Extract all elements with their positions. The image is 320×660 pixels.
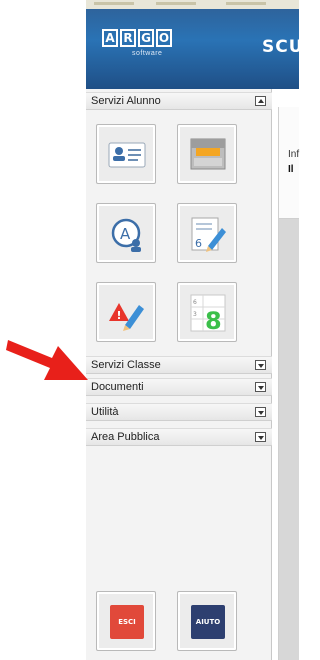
section-servizi-alunno[interactable]: Servizi Alunno xyxy=(86,92,272,110)
expand-icon[interactable] xyxy=(255,407,266,417)
archive-drawer-icon xyxy=(190,138,226,170)
sidebar: Servizi Alunno A 6 ! 6 3 8 Servizi Class… xyxy=(86,89,272,660)
info-text-bold: Il xyxy=(288,164,294,175)
info-panel xyxy=(278,107,299,219)
section-documenti[interactable]: Documenti xyxy=(86,378,272,396)
timetable-calendar-icon: 6 3 8 xyxy=(190,294,226,335)
info-text: Inf xyxy=(288,149,300,160)
section-utilita[interactable]: Utilità xyxy=(86,403,272,421)
section-label: Utilità xyxy=(91,406,119,418)
argo-logo: A R G O xyxy=(102,29,172,47)
help-label: AIUTO xyxy=(191,605,225,639)
svg-text:!: ! xyxy=(117,309,122,322)
tile-grades[interactable]: 6 xyxy=(177,203,237,263)
tile-absences[interactable]: A xyxy=(96,203,156,263)
absence-user-icon: A xyxy=(111,218,141,252)
svg-text:A: A xyxy=(120,225,131,243)
section-servizi-classe[interactable]: Servizi Classe xyxy=(86,356,272,374)
tile-timetable[interactable]: 6 3 8 xyxy=(177,282,237,342)
tile-student-card[interactable] xyxy=(96,124,156,184)
logo-subtitle: software xyxy=(132,50,163,57)
help-button[interactable]: AIUTO xyxy=(177,591,237,651)
expand-icon[interactable] xyxy=(255,382,266,392)
svg-text:6: 6 xyxy=(195,237,202,250)
section-label: Servizi Alunno xyxy=(91,95,161,107)
tile-archive[interactable] xyxy=(177,124,237,184)
student-card-icon xyxy=(108,142,146,168)
browser-strip xyxy=(86,0,299,9)
grades-notebook-icon: 6 xyxy=(191,217,226,252)
logo-letter: A xyxy=(102,29,118,47)
logo-letter: R xyxy=(120,29,136,47)
header-banner: A R G O software SCU xyxy=(86,0,299,89)
section-label: Servizi Classe xyxy=(91,359,161,371)
logo-letter: O xyxy=(156,29,172,47)
disciplinary-note-icon: ! xyxy=(109,303,144,331)
svg-text:3: 3 xyxy=(193,311,197,318)
exit-label: ESCI xyxy=(110,605,144,639)
section-label: Documenti xyxy=(91,381,144,393)
section-label: Area Pubblica xyxy=(91,431,160,443)
svg-text:6: 6 xyxy=(193,299,197,306)
expand-icon[interactable] xyxy=(255,432,266,442)
tile-disciplinary[interactable]: ! xyxy=(96,282,156,342)
expand-icon[interactable] xyxy=(255,360,266,370)
app-title: SCU xyxy=(262,37,299,57)
content-background xyxy=(278,219,299,660)
svg-text:8: 8 xyxy=(205,307,222,335)
collapse-icon[interactable] xyxy=(255,96,266,106)
red-arrow-annotation xyxy=(6,340,88,380)
exit-button[interactable]: ESCI xyxy=(96,591,156,651)
section-area-pubblica[interactable]: Area Pubblica xyxy=(86,428,272,446)
main-content: Inf Il xyxy=(272,89,299,660)
logo-letter: G xyxy=(138,29,154,47)
